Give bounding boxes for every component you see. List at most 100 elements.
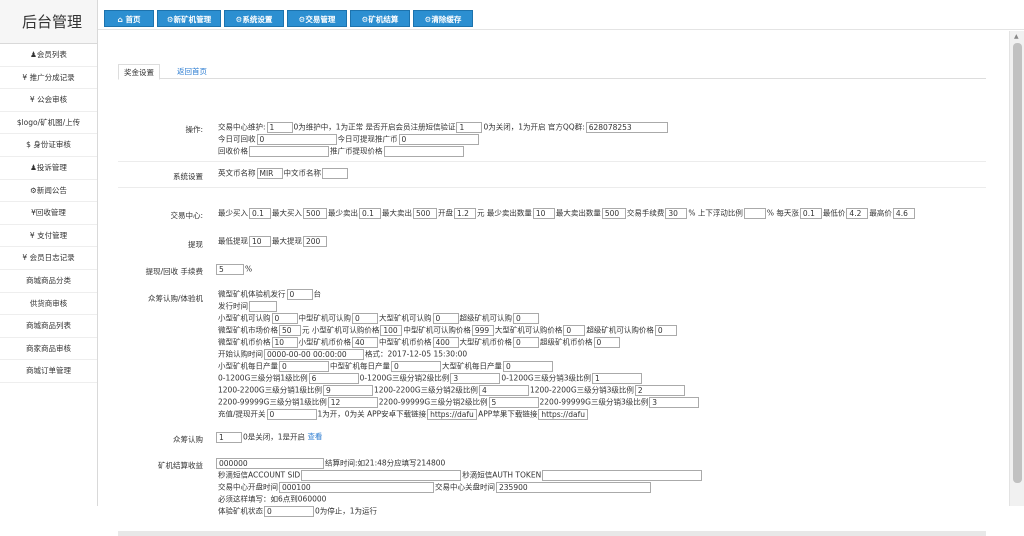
- english-coin-name-input[interactable]: [256, 167, 283, 179]
- promo-withdraw-price-input[interactable]: [383, 145, 464, 157]
- large-miner-price-input[interactable]: [563, 324, 586, 336]
- highest-price-input[interactable]: [892, 207, 915, 219]
- tier3-level2-ratio-input[interactable]: [488, 396, 539, 408]
- tab-system-settings[interactable]: ⚙系统设置: [224, 10, 284, 27]
- android-download-link-input[interactable]: [427, 408, 478, 420]
- tab-clear-cache[interactable]: ⚙清除缓存: [413, 10, 473, 27]
- scroll-thumb[interactable]: [1013, 43, 1022, 483]
- chinese-coin-name-input[interactable]: [322, 167, 348, 179]
- tier1-level1-ratio-input[interactable]: [308, 372, 359, 384]
- ios-download-link-input[interactable]: [538, 408, 589, 420]
- tier1-level2-ratio-input[interactable]: [450, 372, 501, 384]
- today-withdraw-promo-input[interactable]: [398, 133, 479, 145]
- tier3-level3-ratio-input[interactable]: [649, 396, 700, 408]
- settle-row-2: 秒滴短信ACCOUNT SID 秒滴短信AUTH TOKEN: [218, 469, 703, 481]
- withdraw-fee-input[interactable]: [216, 263, 244, 275]
- crowdfunding-switch-input[interactable]: [216, 431, 242, 443]
- large-miner-daily-output-input[interactable]: [503, 360, 553, 372]
- sidebar-item-members[interactable]: ♟会员列表: [0, 44, 97, 67]
- qq-group-input[interactable]: [585, 121, 668, 133]
- tier1-level3-ratio-input[interactable]: [591, 372, 642, 384]
- max-sell-qty-input[interactable]: [601, 207, 626, 219]
- sidebar-item-news[interactable]: ⚙新闻公告: [0, 180, 97, 203]
- scroll-up-arrow-icon[interactable]: ▲: [1014, 33, 1019, 40]
- sidebar-item-mall-categories[interactable]: 商城商品分类: [0, 270, 97, 293]
- tab-trade-management[interactable]: ⚙交易管理: [287, 10, 347, 27]
- super-miner-price-input[interactable]: [654, 324, 677, 336]
- sidebar-item-member-logs[interactable]: ¥ 会员日志记录: [0, 247, 97, 270]
- tier2-level2-ratio-input[interactable]: [478, 384, 529, 396]
- trial-miner-status-input[interactable]: [264, 505, 314, 517]
- view-link[interactable]: 查看: [307, 432, 322, 441]
- daily-rise-input[interactable]: [799, 207, 822, 219]
- op-row-1: 交易中心维护:0为维护中，1为正常 是否开启会员注册短信验证0为关闭，1为开启 …: [218, 121, 669, 133]
- small-miner-coin-price-input[interactable]: [352, 336, 378, 348]
- sidebar-item-mall-orders[interactable]: 商城订单管理: [0, 360, 97, 383]
- large-miner-available-input[interactable]: [432, 312, 459, 324]
- issue-time-input[interactable]: [249, 300, 277, 312]
- settlement-time-input[interactable]: [216, 457, 324, 469]
- crowd-row-11: 充值/提现开关1为开，0为关 APP安卓下载链接APP苹果下载链接: [218, 408, 589, 420]
- max-withdraw-input[interactable]: [303, 235, 327, 247]
- tab-bonus-settings[interactable]: 奖金设置: [118, 64, 160, 80]
- tab-miner-settlement[interactable]: ⚙矿机结算: [350, 10, 410, 27]
- scrollbar[interactable]: ▲: [1009, 31, 1024, 506]
- sidebar-item-guild-review[interactable]: ¥ 公会审核: [0, 89, 97, 112]
- medium-miner-price-input[interactable]: [471, 324, 494, 336]
- small-miner-available-input[interactable]: [271, 312, 298, 324]
- crowd-row-3: 小型矿机可认购中型矿机可认购大型矿机可认购超级矿机可认购: [218, 312, 540, 324]
- max-sell-input[interactable]: [413, 207, 437, 219]
- trial-miner-issue-input[interactable]: [286, 288, 313, 300]
- medium-miner-available-input[interactable]: [352, 312, 378, 324]
- sidebar-item-complaints[interactable]: ♟投诉管理: [0, 157, 97, 180]
- sidebar-item-recycle[interactable]: ¥回收管理: [0, 202, 97, 225]
- sidebar-item-id-review[interactable]: $ 身份证审核: [0, 134, 97, 157]
- sidebar-item-merchant-review[interactable]: 商家商品审核: [0, 338, 97, 361]
- super-miner-coin-price-input[interactable]: [593, 336, 620, 348]
- open-price-input[interactable]: [454, 207, 476, 219]
- trade-close-time-input[interactable]: [496, 481, 651, 493]
- tier2-level1-ratio-input[interactable]: [322, 384, 373, 396]
- settle-row-1: 结算时间:如21:48分应填写214800: [215, 457, 445, 469]
- super-miner-available-input[interactable]: [513, 312, 539, 324]
- min-withdraw-input[interactable]: [249, 235, 271, 247]
- recharge-withdraw-switch-input[interactable]: [266, 408, 317, 420]
- medium-miner-coin-price-input[interactable]: [432, 336, 459, 348]
- sidebar-item-mall-products[interactable]: 商城商品列表: [0, 315, 97, 338]
- sidebar-item-supplier-review[interactable]: 供货商审核: [0, 293, 97, 316]
- min-sell-qty-input[interactable]: [532, 207, 555, 219]
- max-buy-input[interactable]: [303, 207, 327, 219]
- divider: [118, 161, 986, 162]
- micro-miner-coin-price-input[interactable]: [271, 336, 298, 348]
- min-sell-input[interactable]: [359, 207, 381, 219]
- medium-miner-daily-output-input[interactable]: [391, 360, 441, 372]
- sidebar-item-logo-upload[interactable]: $logo/矿机图/上传: [0, 112, 97, 135]
- sms-verify-input[interactable]: [456, 121, 483, 133]
- op-row-3: 回收价格 推广币提现价格: [218, 145, 465, 157]
- top-navigation: ⌂ 首页 ⚙新矿机管理 ⚙系统设置 ⚙交易管理 ⚙矿机结算 ⚙清除缓存: [98, 0, 1024, 30]
- tier3-level1-ratio-input[interactable]: [327, 396, 378, 408]
- gear-icon: ⚙: [166, 15, 174, 24]
- trade-open-time-input[interactable]: [279, 481, 434, 493]
- sms-account-sid-input[interactable]: [301, 469, 462, 481]
- tab-new-miner-management[interactable]: ⚙新矿机管理: [157, 10, 221, 27]
- tier2-level3-ratio-input[interactable]: [634, 384, 685, 396]
- sidebar-item-payment[interactable]: ¥ 支付管理: [0, 225, 97, 248]
- subscribe-start-time-input[interactable]: [264, 348, 364, 360]
- micro-miner-market-price-input[interactable]: [279, 324, 301, 336]
- sms-auth-token-input[interactable]: [542, 469, 703, 481]
- back-home-link[interactable]: 返回首页: [172, 64, 212, 80]
- small-miner-price-input[interactable]: [380, 324, 403, 336]
- maintenance-input[interactable]: [266, 121, 293, 133]
- large-miner-coin-price-input[interactable]: [513, 336, 539, 348]
- small-miner-daily-output-input[interactable]: [279, 360, 329, 372]
- today-recycle-input[interactable]: [256, 133, 337, 145]
- float-ratio-input[interactable]: [743, 207, 766, 219]
- section-label-system-settings: 系统设置: [173, 172, 203, 181]
- sidebar-item-promo-records[interactable]: ¥ 推广分成记录: [0, 67, 97, 90]
- lowest-price-input[interactable]: [846, 207, 869, 219]
- recycle-price-input[interactable]: [249, 145, 329, 157]
- tab-home[interactable]: ⌂ 首页: [104, 10, 154, 27]
- trade-fee-input[interactable]: [665, 207, 688, 219]
- min-buy-input[interactable]: [249, 207, 271, 219]
